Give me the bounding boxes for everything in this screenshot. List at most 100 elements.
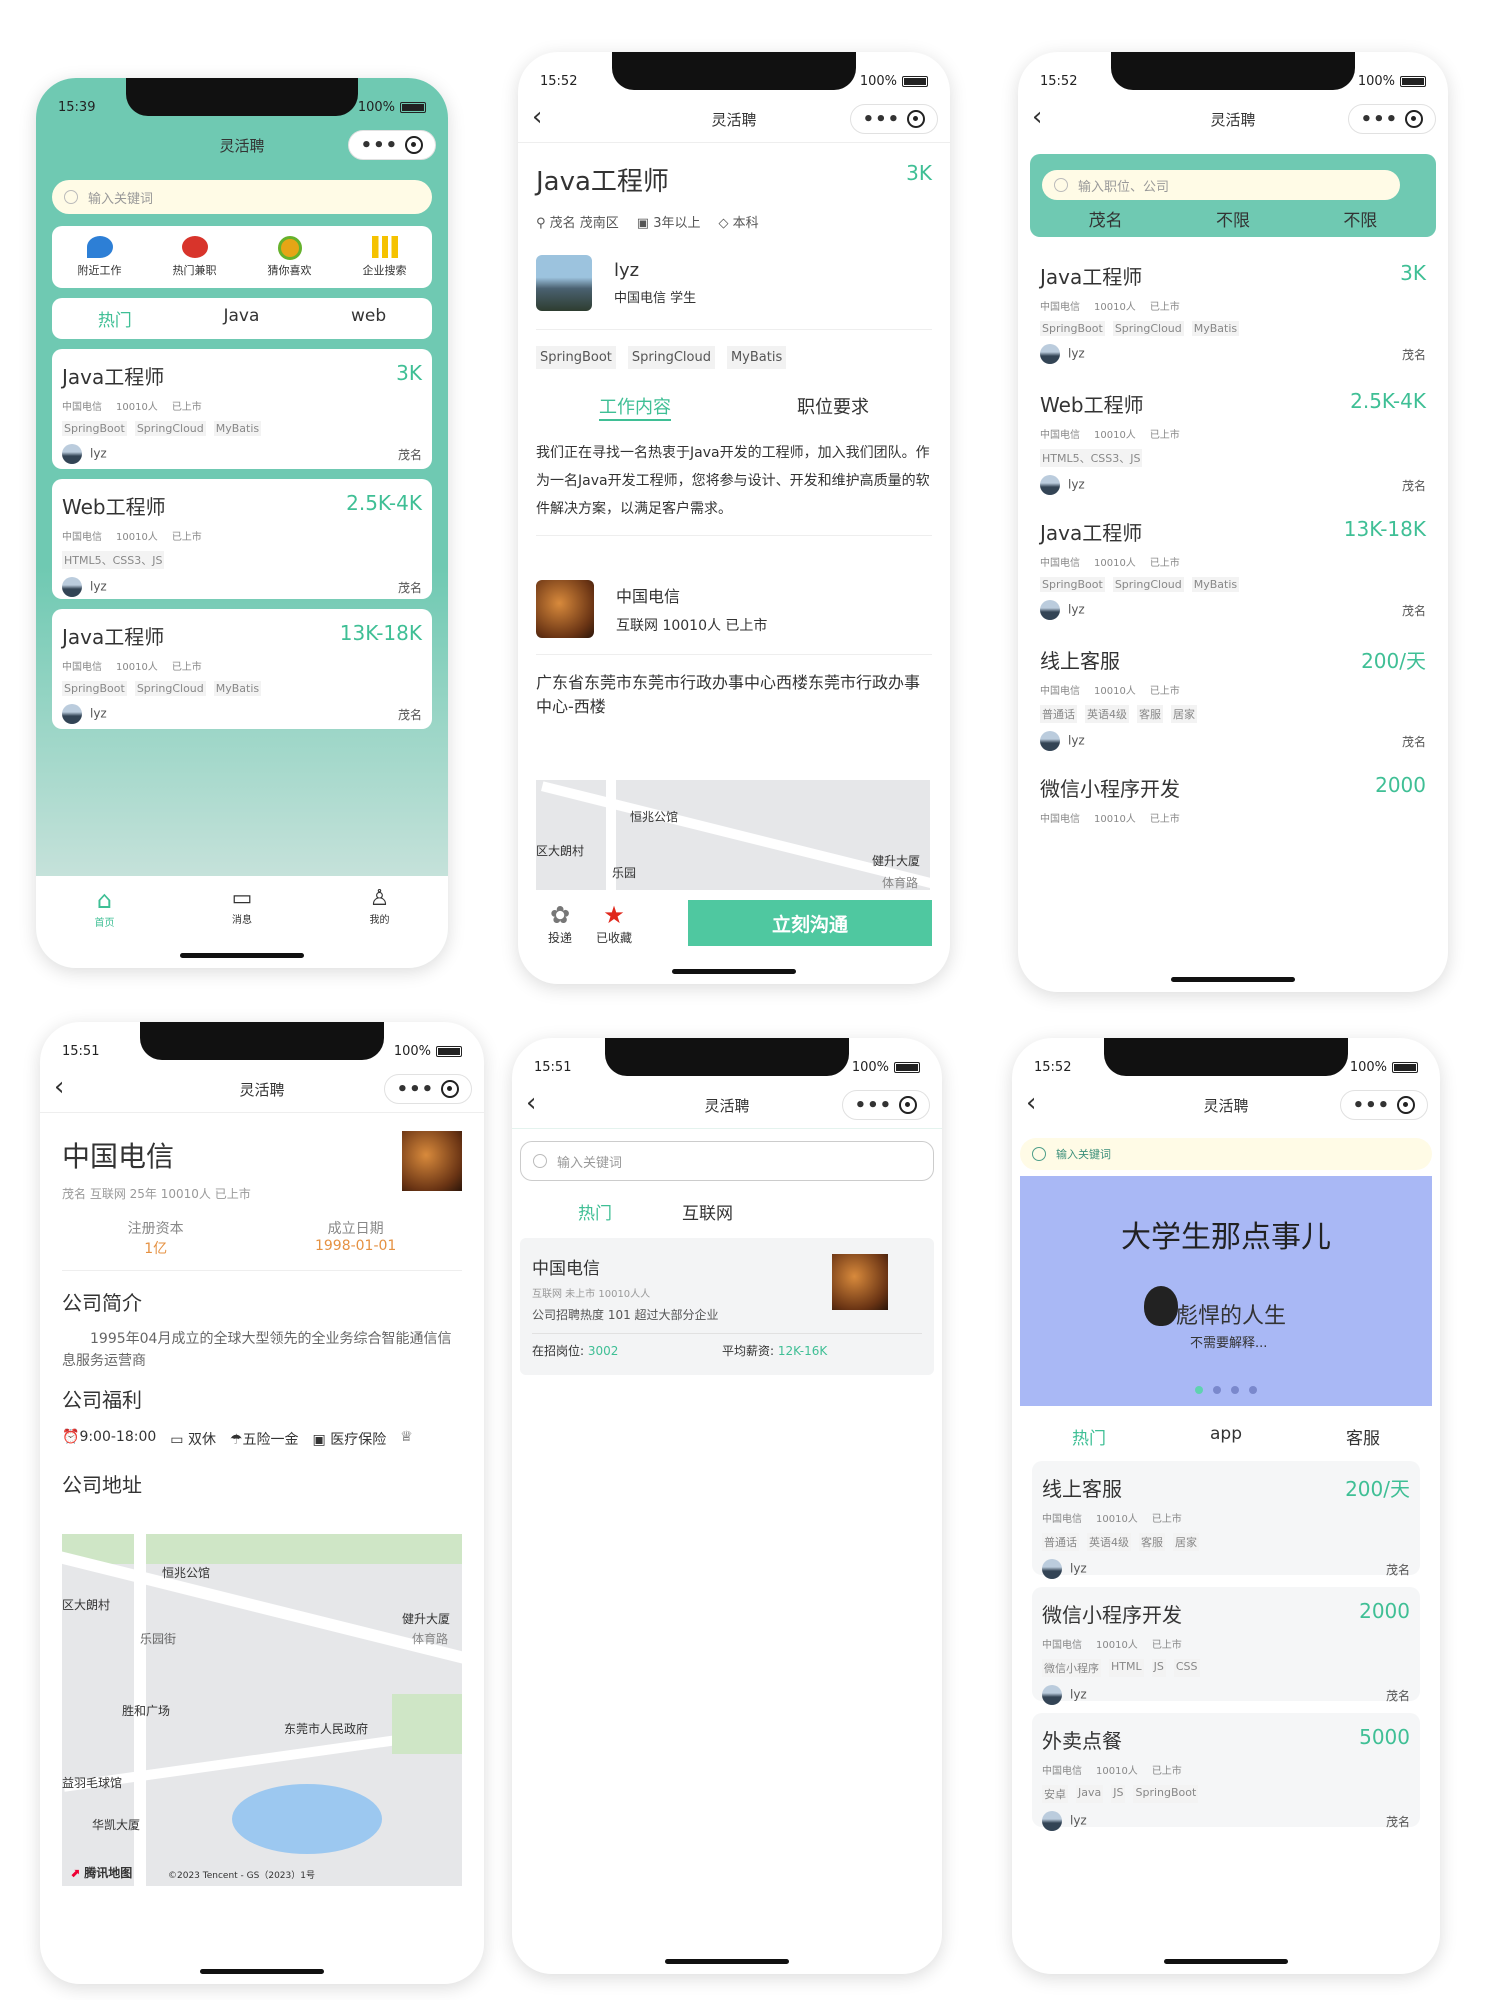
more-icon[interactable]: ••• [855, 1095, 893, 1116]
job-card[interactable]: Java工程师 3K 中国电信 10010人 已上市 SpringBoot SpringCl… [1030, 249, 1436, 365]
job-salary: 200/天 [1361, 649, 1426, 673]
job-card[interactable]: Java工程师 13K-18K 中国电信 10010人 已上市 SpringBoot Spr… [52, 609, 432, 729]
more-icon[interactable]: ••• [863, 109, 901, 130]
company-card[interactable]: 中国电信 互联网 未上市 10010人人 公司招聘热度 101 超过大部分企业 … [520, 1238, 934, 1375]
filter-row: 茂名 不限 不限 [1042, 206, 1424, 231]
job-card[interactable]: 外卖点餐 5000 中国电信 10010人 已上市 安卓 Java JS SpringBoot l… [1032, 1713, 1420, 1831]
close-target-icon[interactable] [907, 110, 926, 128]
close-target-icon[interactable] [899, 1096, 918, 1114]
poster: lyz [62, 577, 107, 597]
company-map[interactable]: 恒兆公馆 区大朗村 健升大厦 体育路 乐园街 胜和广场 东莞市人民政府 益羽毛球… [62, 1534, 462, 1886]
deliver-button[interactable]: ✿ 投递 [536, 901, 584, 946]
job-salary: 200/天 [1345, 1477, 1410, 1501]
tabbar-home[interactable]: ⌂ 首页 [95, 886, 115, 968]
job-meta: 中国电信 10010人 已上市 [1040, 810, 1426, 825]
tab-job-requirements[interactable]: 职位要求 [797, 393, 869, 421]
job-location: ⚲ 茂名 茂南区 [536, 212, 619, 231]
map-label: 益羽毛球馆 [62, 1776, 123, 1790]
job-experience: ▣ 3年以上 [637, 212, 701, 231]
job-tags: SpringBoot SpringCloud MyBatis [62, 421, 422, 436]
close-target-icon[interactable] [405, 136, 424, 154]
tab-hot[interactable]: 热门 [1072, 1424, 1106, 1449]
tab-hot[interactable]: 热门 [98, 306, 132, 331]
tab-java[interactable]: Java [223, 306, 259, 331]
close-target-icon[interactable] [1405, 110, 1424, 128]
job-card[interactable]: Java工程师 3K 中国电信 10010人 已上市 SpringBoot SpringCl… [52, 349, 432, 469]
tab-internet[interactable]: 互联网 [682, 1199, 733, 1224]
carousel-dot[interactable] [1231, 1386, 1239, 1394]
menu-capsule[interactable]: ••• [1340, 1090, 1428, 1120]
back-icon[interactable]: ‹ [1032, 102, 1042, 132]
tab-web[interactable]: web [351, 306, 386, 331]
carousel-dot[interactable] [1249, 1386, 1257, 1394]
user-icon: ♙ [369, 886, 390, 911]
tab-hot[interactable]: 热门 [578, 1199, 612, 1224]
carousel-dot[interactable] [1213, 1386, 1221, 1394]
company-row[interactable]: 中国电信 互联网 10010人 已上市 [536, 580, 932, 655]
positions-stat: 在招岗位: 3002 [532, 1342, 722, 1359]
map-label: 体育路 [412, 1632, 449, 1646]
menu-capsule[interactable]: ••• [384, 1074, 472, 1104]
tabbar-mine[interactable]: ♙ 我的 [369, 886, 389, 968]
quick-entry-hot[interactable]: 热门兼职 [173, 236, 217, 278]
menu-capsule[interactable]: ••• [842, 1090, 930, 1120]
tag: JS [1111, 1785, 1126, 1803]
company-stats: 注册资本 1亿 成立日期 1998-01-01 [62, 1218, 462, 1271]
contact-button[interactable]: 立刻沟通 [688, 900, 932, 946]
job-card[interactable]: 微信小程序开发 2000 中国电信 10010人 已上市 [1030, 761, 1436, 877]
map-road [541, 781, 930, 890]
tab-app[interactable]: app [1210, 1424, 1242, 1449]
job-card[interactable]: Java工程师 13K-18K 中国电信 10010人 已上市 SpringBoot Spr… [1030, 505, 1436, 621]
map-label: 恒兆公馆 [630, 810, 679, 824]
job-card[interactable]: Web工程师 2.5K-4K 中国电信 10010人 已上市 HTML5、CSS3、JS l… [1030, 377, 1436, 495]
search-placeholder: 输入关键词 [88, 191, 154, 207]
filter-city[interactable]: 茂名 [1089, 206, 1123, 231]
banner-carousel[interactable]: 大学生那点事儿 彪悍的人生 不需要解释... [1020, 1176, 1432, 1406]
job-card[interactable]: 线上客服 200/天 中国电信 10010人 已上市 普通话 英语4级 客服 居家 lyz 茂名 [1032, 1461, 1420, 1579]
collect-button[interactable]: ★ 已收藏 [584, 901, 644, 946]
back-icon[interactable]: ‹ [1026, 1088, 1036, 1118]
search-input[interactable]: 输入关键词 [52, 180, 432, 214]
close-target-icon[interactable] [1397, 1096, 1416, 1114]
back-icon[interactable]: ‹ [532, 102, 542, 132]
back-icon[interactable]: ‹ [54, 1072, 64, 1102]
welfare-text: 医疗保险 [330, 1432, 387, 1448]
search-input[interactable]: 输入关键词 [1020, 1138, 1432, 1170]
founded-stat: 成立日期 1998-01-01 [315, 1218, 396, 1258]
search-input[interactable]: 输入关键词 [520, 1141, 934, 1181]
job-meta: 中国电信 10010人 已上市 [1040, 298, 1426, 313]
job-card[interactable]: 线上客服 200/天 中国电信 10010人 已上市 普通话 英语4级 客服 居家 lyz 茂名 [1030, 633, 1436, 751]
job-card[interactable]: 微信小程序开发 2000 中国电信 10010人 已上市 微信小程序 HTML JS CSS ly… [1032, 1587, 1420, 1705]
menu-capsule[interactable]: ••• [348, 130, 436, 160]
home-indicator [180, 953, 304, 958]
avatar [1042, 1685, 1062, 1705]
quick-entry-nearby[interactable]: 附近工作 [78, 236, 122, 278]
tag: 客服 [1137, 705, 1163, 723]
poster: lyz [62, 704, 107, 724]
job-card[interactable]: Web工程师 2.5K-4K 中国电信 10010人 已上市 HTML5、CSS3、JS l… [52, 479, 432, 599]
job-header: Java工程师 3K [62, 361, 422, 390]
job-tags: HTML5、CSS3、JS [62, 551, 422, 569]
tab-service[interactable]: 客服 [1346, 1424, 1380, 1449]
tab-job-content[interactable]: 工作内容 [599, 393, 671, 421]
poster-row: lyz 中国电信 学生 [536, 255, 932, 330]
more-icon[interactable]: ••• [1361, 109, 1399, 130]
filter-experience[interactable]: 不限 [1343, 206, 1377, 231]
quick-entry-company[interactable]: 企业搜索 [363, 236, 407, 278]
more-icon[interactable]: ••• [397, 1079, 435, 1100]
job-map[interactable]: 恒兆公馆 区大朗村 健升大厦 乐园 体育路 [536, 780, 930, 890]
job-title: 微信小程序开发 [1040, 777, 1180, 801]
more-icon[interactable]: ••• [1353, 1095, 1391, 1116]
close-target-icon[interactable] [441, 1080, 460, 1098]
company-name: 中国电信 [62, 532, 102, 543]
menu-capsule[interactable]: ••• [1348, 104, 1436, 134]
quick-entry-guess[interactable]: 猜你喜欢 [268, 236, 312, 278]
back-icon[interactable]: ‹ [526, 1088, 536, 1118]
filter-salary[interactable]: 不限 [1216, 206, 1250, 231]
carousel-dot[interactable] [1195, 1386, 1203, 1394]
map-brand: ⬈ 腾讯地图 [70, 1864, 132, 1881]
navbar: ‹ 灵活聘 ••• [518, 96, 950, 142]
menu-capsule[interactable]: ••• [850, 104, 938, 134]
more-icon[interactable]: ••• [361, 135, 399, 156]
search-input[interactable]: 输入职位、公司 [1042, 170, 1400, 200]
